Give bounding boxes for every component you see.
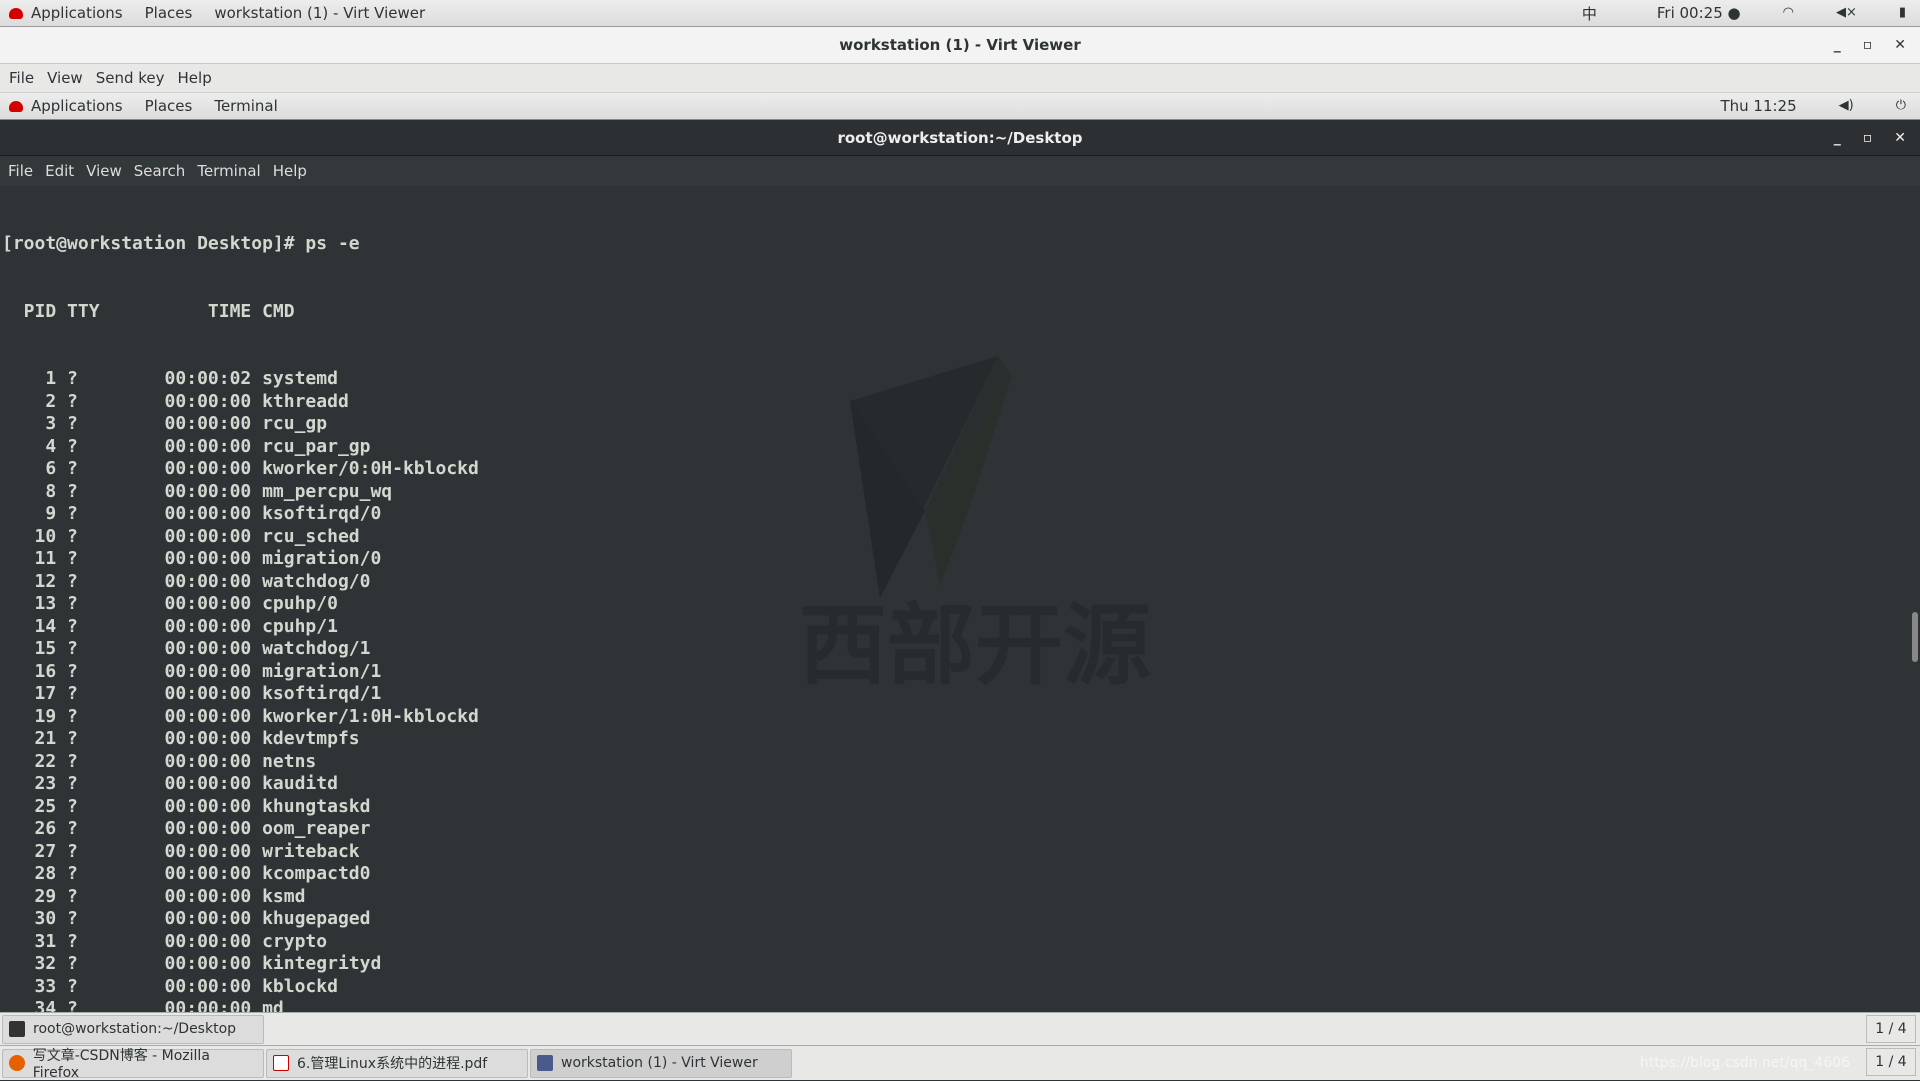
process-row: 15 ? 00:00:00 watchdog/1 <box>2 638 371 659</box>
task-label: root@workstation:~/Desktop <box>33 1021 237 1037</box>
places-menu[interactable]: Places <box>145 4 193 22</box>
power-icon[interactable]: ⏻ <box>1896 98 1906 114</box>
close-button[interactable]: ✕ <box>1894 130 1906 146</box>
process-row: 12 ? 00:00:00 watchdog/0 <box>2 570 371 592</box>
process-row: 30 ? 00:00:00 khugepaged <box>2 908 371 929</box>
guest-clock[interactable]: Thu 11:25 <box>1720 97 1796 115</box>
task-pdf[interactable]: 6.管理Linux系统中的进程.pdf <box>266 1048 528 1078</box>
menu-send-key[interactable]: Send key <box>96 69 165 87</box>
menu-file[interactable]: File <box>9 69 34 87</box>
workspace-pager[interactable]: 1 / 4 <box>1866 1015 1916 1043</box>
process-row: 21 ? 00:00:00 kdevtmpfs <box>2 728 360 749</box>
process-row: 27 ? 00:00:00 writeback <box>2 840 360 862</box>
ps-header: PID TTY TIME CMD <box>2 300 295 322</box>
task-virt-viewer[interactable]: workstation (1) - Virt Viewer <box>530 1048 792 1078</box>
process-row: 22 ? 00:00:00 netns <box>2 750 317 772</box>
guest-terminal-menu[interactable]: Terminal <box>214 97 277 115</box>
svg-text:西部开源: 西部开源 <box>799 594 1151 696</box>
wifi-icon[interactable]: ◠ <box>1783 5 1794 21</box>
guest-task-terminal[interactable]: root@workstation:~/Desktop <box>2 1014 264 1044</box>
task-label: 写文章-CSDN博客 - Mozilla Firefox <box>32 1048 210 1081</box>
watermark-logo: 西部开源 <box>799 356 1151 696</box>
volume-icon[interactable]: ◀) <box>1839 98 1854 114</box>
terminal-menu-edit[interactable]: Edit <box>45 162 74 180</box>
task-label: workstation (1) - Virt Viewer <box>561 1055 758 1071</box>
terminal-menu-bar: File Edit View Search Terminal Help <box>0 156 1920 186</box>
process-row: 8 ? 00:00:00 mm_percpu_wq <box>2 480 393 502</box>
process-row: 26 ? 00:00:00 oom_reaper <box>2 818 371 839</box>
menu-help[interactable]: Help <box>178 69 212 87</box>
battery-icon[interactable]: ▮ <box>1899 5 1906 21</box>
maximize-button[interactable]: ▫ <box>1863 37 1873 53</box>
process-row: 33 ? 00:00:00 kblockd <box>2 975 338 997</box>
terminal-menu-file[interactable]: File <box>8 162 33 180</box>
terminal-output[interactable]: 西部开源 [root@workstation Desktop]# ps -e P… <box>0 186 1920 1012</box>
guest-places-menu[interactable]: Places <box>145 97 193 115</box>
process-row: 19 ? 00:00:00 kworker/1:0H-kblockd <box>2 705 479 727</box>
process-row: 31 ? 00:00:00 crypto <box>2 930 328 952</box>
redhat-icon <box>9 100 23 112</box>
terminal-menu-help[interactable]: Help <box>273 162 307 180</box>
volume-muted-icon[interactable]: ◀× <box>1836 5 1857 21</box>
input-method-indicator[interactable]: 中 <box>1582 3 1597 24</box>
viewer-title: workstation (1) - Virt Viewer <box>839 36 1081 54</box>
process-row: 9 ? 00:00:00 ksoftirqd/0 <box>2 503 382 524</box>
active-window-menu[interactable]: workstation (1) - Virt Viewer <box>214 4 425 22</box>
clock[interactable]: Fri 00:25 ● <box>1657 4 1741 22</box>
process-row: 17 ? 00:00:00 ksoftirqd/1 <box>2 683 382 704</box>
terminal-menu-terminal[interactable]: Terminal <box>197 162 260 180</box>
process-row: 4 ? 00:00:00 rcu_par_gp <box>2 435 371 457</box>
monitor-icon <box>537 1055 553 1071</box>
menu-view[interactable]: View <box>47 69 83 87</box>
guest-taskbar: root@workstation:~/Desktop 1 / 4 <box>0 1012 1920 1045</box>
redhat-icon <box>9 7 23 19</box>
process-row: 6 ? 00:00:00 kworker/0:0H-kblockd <box>2 458 479 479</box>
csdn-watermark: https://blog.csdn.net/qq_4606 <box>1639 1055 1850 1071</box>
terminal-menu-view[interactable]: View <box>86 162 122 180</box>
guest-applications-menu[interactable]: Applications <box>31 97 123 115</box>
process-row: 3 ? 00:00:00 rcu_gp <box>2 413 328 434</box>
terminal-icon <box>9 1021 25 1037</box>
task-label: 6.管理Linux系统中的进程.pdf <box>297 1056 488 1072</box>
applications-menu[interactable]: Applications <box>31 4 123 22</box>
scrollbar[interactable] <box>1912 612 1918 662</box>
process-row: 11 ? 00:00:00 migration/0 <box>2 548 382 569</box>
terminal-menu-search[interactable]: Search <box>134 162 186 180</box>
firefox-icon <box>9 1055 25 1071</box>
prompt-line: [root@workstation Desktop]# ps -e <box>2 233 360 254</box>
host-taskbar: 写文章-CSDN博客 - Mozilla Firefox 6.管理Linux系统… <box>0 1045 1920 1081</box>
minimize-button[interactable]: _ <box>1834 37 1841 53</box>
process-row: 25 ? 00:00:00 khungtaskd <box>2 795 371 817</box>
host-top-bar: Applications Places workstation (1) - Vi… <box>0 0 1920 27</box>
terminal-title: root@workstation:~/Desktop <box>837 128 1083 147</box>
pdf-icon <box>273 1055 289 1071</box>
close-button[interactable]: ✕ <box>1894 37 1906 53</box>
process-row: 13 ? 00:00:00 cpuhp/0 <box>2 593 338 614</box>
process-row: 2 ? 00:00:00 kthreadd <box>2 390 349 412</box>
process-row: 32 ? 00:00:00 kintegrityd <box>2 953 382 974</box>
host-workspace-pager[interactable]: 1 / 4 <box>1866 1048 1916 1076</box>
task-firefox[interactable]: 写文章-CSDN博客 - Mozilla Firefox <box>2 1048 264 1081</box>
viewer-title-bar: workstation (1) - Virt Viewer _ ▫ ✕ <box>0 27 1920 64</box>
maximize-button[interactable]: ▫ <box>1863 130 1873 146</box>
process-row: 16 ? 00:00:00 migration/1 <box>2 660 382 682</box>
process-row: 34 ? 00:00:00 md <box>2 998 284 1012</box>
process-row: 29 ? 00:00:00 ksmd <box>2 885 306 907</box>
process-row: 23 ? 00:00:00 kauditd <box>2 773 338 794</box>
terminal-title-bar: root@workstation:~/Desktop _ ▫ ✕ <box>0 120 1920 156</box>
terminal-lines: [root@workstation Desktop]# ps -e PID TT… <box>2 188 555 1012</box>
minimize-button[interactable]: _ <box>1834 130 1841 146</box>
process-row: 1 ? 00:00:02 systemd <box>2 368 338 389</box>
viewer-menu-bar: File View Send key Help <box>0 64 1920 93</box>
guest-top-bar: Applications Places Terminal Thu 11:25 ◀… <box>0 93 1920 120</box>
process-row: 10 ? 00:00:00 rcu_sched <box>2 525 360 547</box>
process-row: 28 ? 00:00:00 kcompactd0 <box>2 863 371 884</box>
process-row: 14 ? 00:00:00 cpuhp/1 <box>2 615 338 637</box>
